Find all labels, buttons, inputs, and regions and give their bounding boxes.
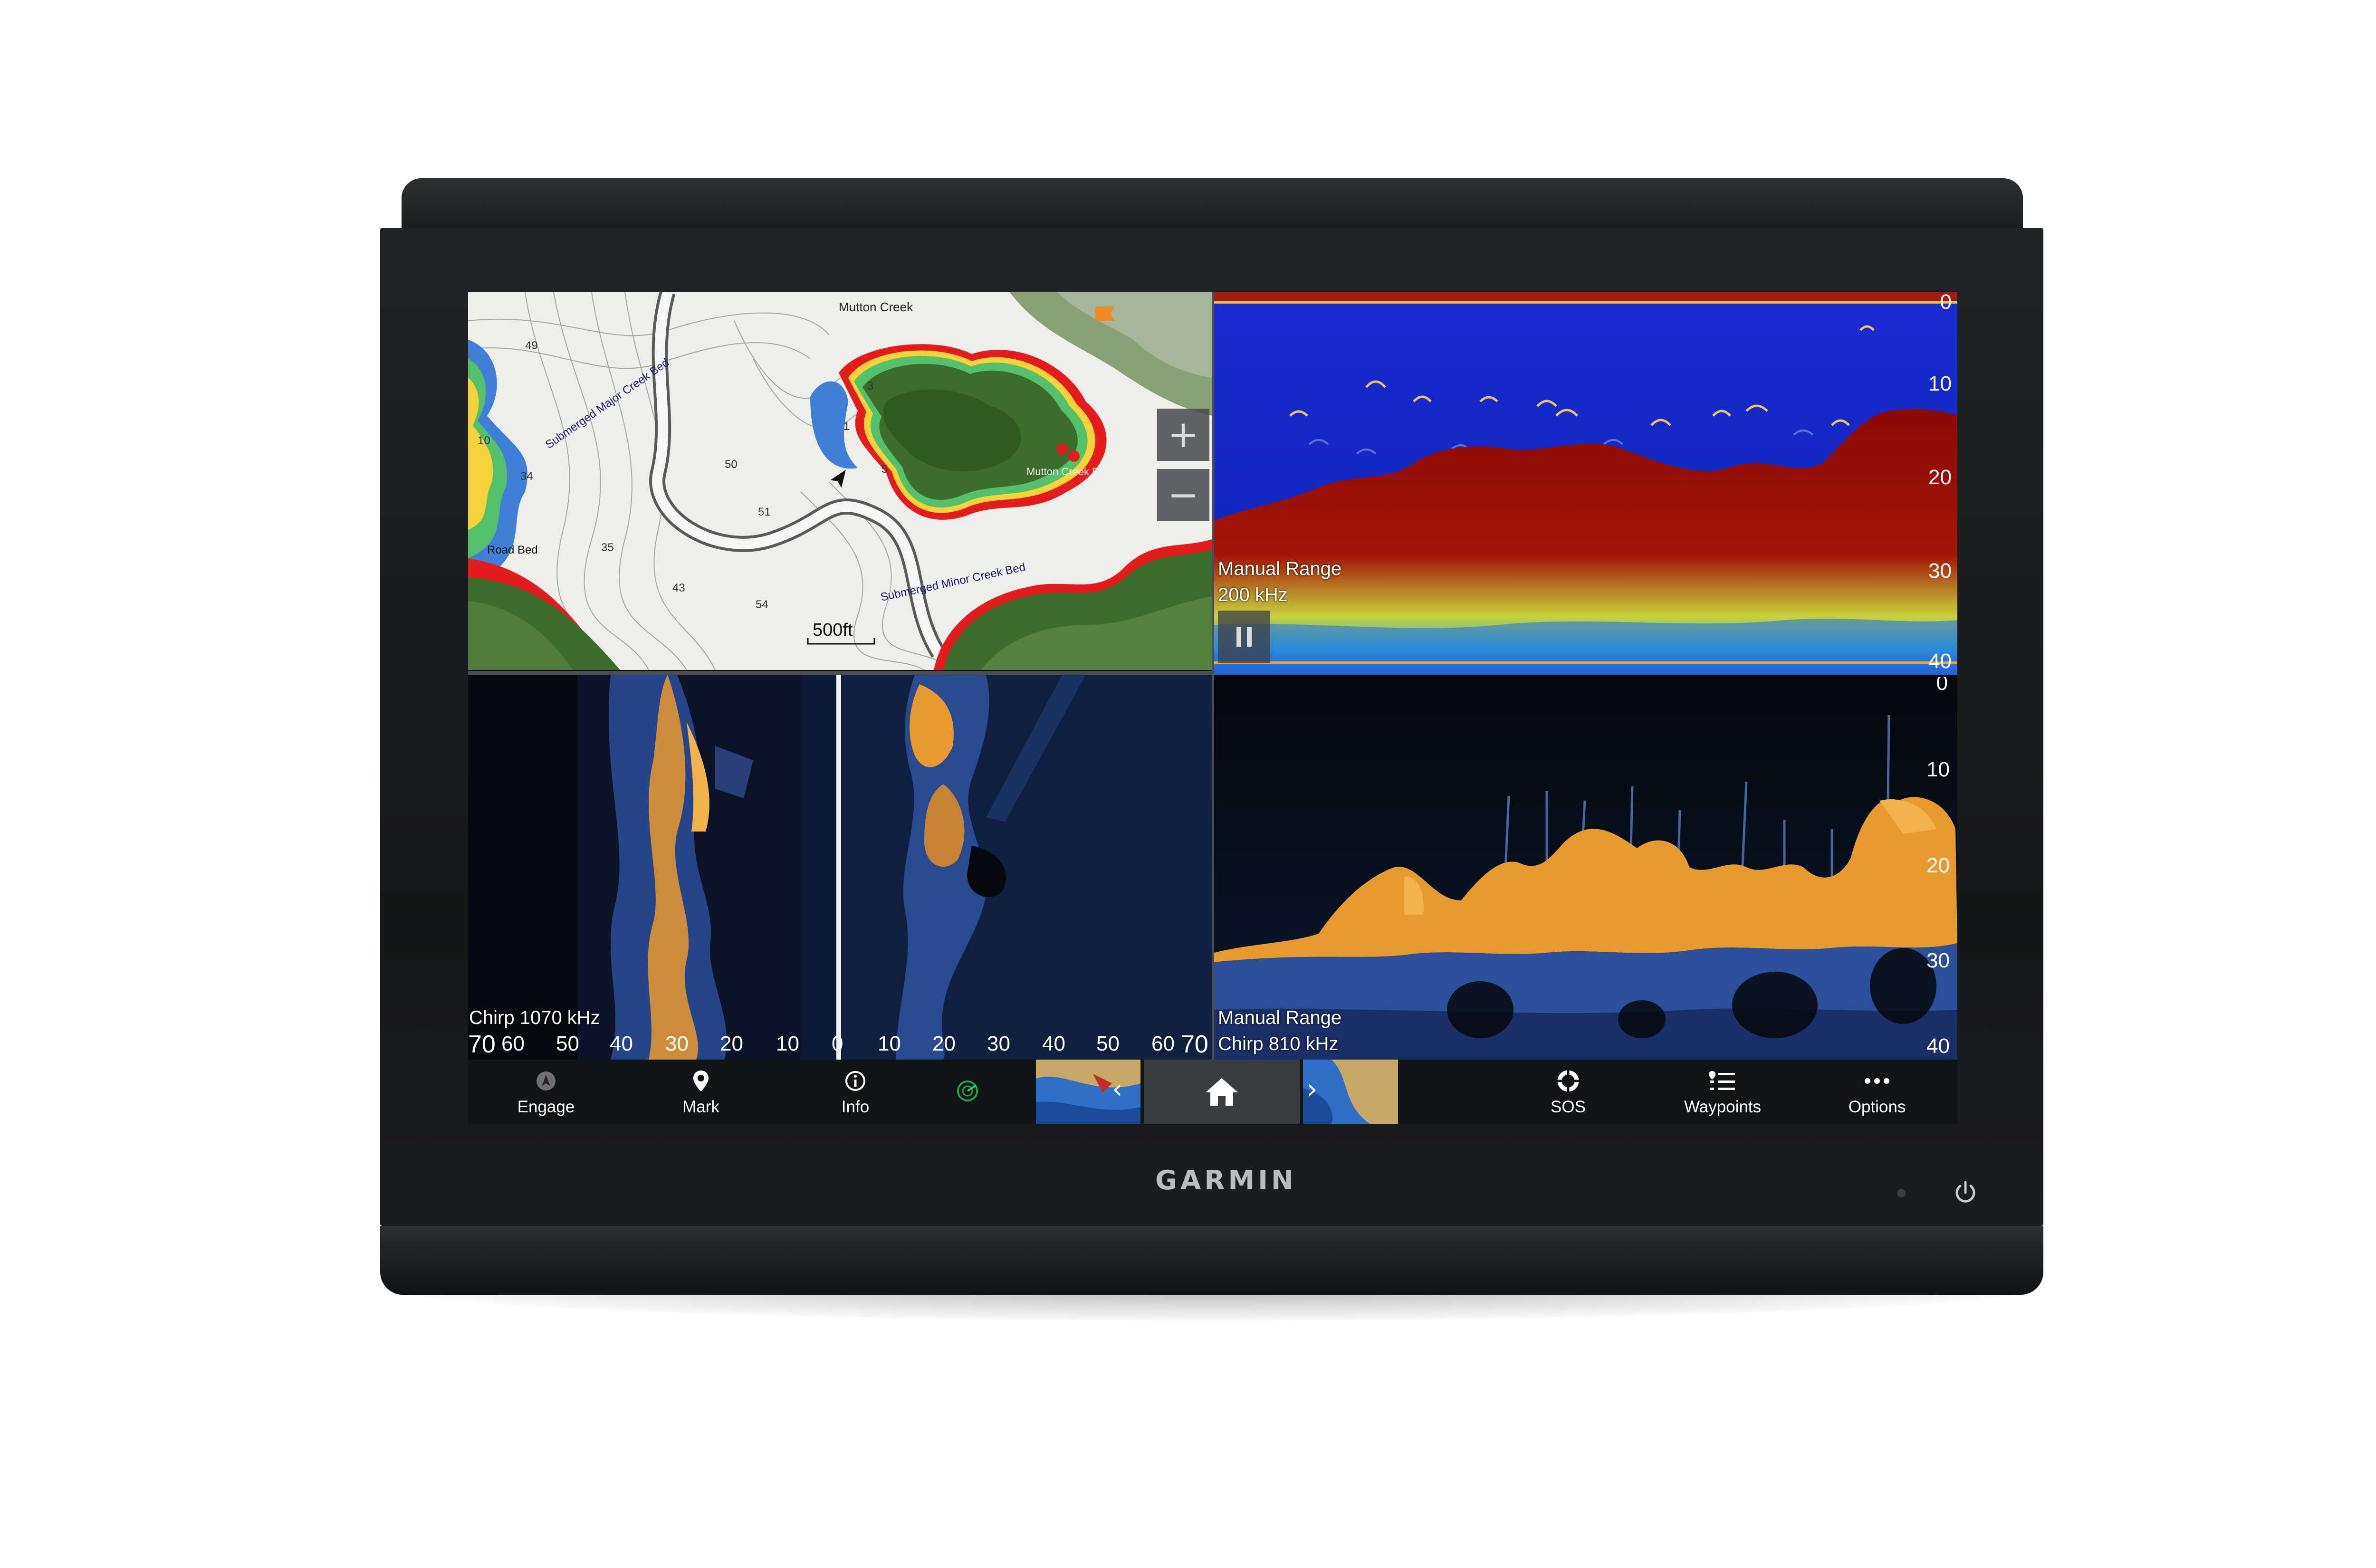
- sonar-depth-tick: 40: [1928, 650, 1952, 673]
- downvu-display: [1214, 677, 1957, 1060]
- sonar-depth-tick: 10: [1928, 372, 1952, 395]
- mark-label: Mark: [682, 1098, 719, 1116]
- waypoints-label: Waypoints: [1684, 1098, 1762, 1116]
- sidevu-left-tick: 70: [468, 1031, 496, 1058]
- sonar-depth-tick: 20: [1928, 466, 1952, 489]
- engage-label: Engage: [517, 1098, 575, 1116]
- sidevu-right-tick: 60: [1151, 1032, 1175, 1055]
- downvu-depth-tick: 30: [1926, 949, 1950, 972]
- svg-text:1: 1: [843, 420, 850, 433]
- sidevu-right-tick: 20: [932, 1032, 956, 1055]
- status-led: [1897, 1189, 1906, 1197]
- sidevu-right-tick: 70: [1181, 1031, 1208, 1058]
- svg-text:3: 3: [867, 380, 873, 392]
- sidevu-left-tick: 60: [501, 1032, 525, 1055]
- sidevu-left-tick: 50: [556, 1032, 579, 1055]
- sidevu-left-tick: 40: [610, 1032, 633, 1055]
- downvu-depth-tick: 20: [1926, 854, 1950, 877]
- sidevu-display: [468, 675, 1212, 1060]
- downvu-pane[interactable]: Manual Range Chirp 810 kHz 0 10 20 30 40: [1214, 677, 1957, 1060]
- power-button[interactable]: [1952, 1179, 1979, 1206]
- more-icon: [1863, 1069, 1891, 1093]
- pin-icon: [691, 1069, 710, 1093]
- sidevu-right-tick: 10: [878, 1032, 901, 1055]
- downvu-depth-tick: 0: [1936, 677, 1948, 695]
- home-icon: [1206, 1078, 1238, 1106]
- power-icon: [1955, 1181, 1975, 1203]
- chevron-left-icon: ‹: [1112, 1074, 1123, 1105]
- sonar-frequency: 200 kHz: [1218, 584, 1288, 605]
- svg-text:43: 43: [672, 582, 685, 594]
- map-scale-label: 500ft: [813, 620, 853, 640]
- sidevu-frequency: Chirp 1070 kHz: [469, 1007, 600, 1028]
- sidevu-right-tick: 0: [832, 1032, 843, 1055]
- radar-icon: [957, 1080, 978, 1101]
- chart-map: Mutton Creek Submerged Major Creek Bed S…: [468, 292, 1212, 670]
- display-screen: Mutton Creek Submerged Major Creek Bed S…: [468, 292, 1957, 1124]
- sonar-depth-tick: 0: [1940, 292, 1952, 314]
- downvu-depth-tick: 40: [1926, 1034, 1950, 1058]
- sidevu-right-tick: 30: [987, 1032, 1010, 1055]
- info-button[interactable]: Info: [798, 1060, 912, 1124]
- svg-text:34: 34: [520, 470, 533, 483]
- svg-text:10: 10: [478, 434, 490, 447]
- svg-text:5: 5: [881, 463, 888, 476]
- svg-text:35: 35: [601, 541, 614, 554]
- pane-divider-vertical[interactable]: [1212, 292, 1214, 1060]
- lifebuoy-icon: [1557, 1069, 1579, 1093]
- waypoint-list-icon: [1708, 1069, 1737, 1093]
- zoom-in-button[interactable]: +: [1157, 409, 1209, 461]
- chevron-right-icon: ›: [1307, 1074, 1318, 1105]
- pane-divider-horizontal[interactable]: [468, 671, 1212, 675]
- device-bottom-rail: [380, 1226, 2043, 1295]
- svg-text:Mutton Creek Public: Mutton Creek Public: [1026, 466, 1121, 478]
- zoom-out-button[interactable]: −: [1157, 469, 1209, 521]
- downvu-depth-tick: 10: [1926, 758, 1950, 781]
- sos-label: SOS: [1551, 1098, 1586, 1116]
- sidevu-right-tick: 40: [1042, 1032, 1065, 1055]
- sonar-traditional-pane[interactable]: Manual Range 200 kHz 0 10 20 30 40: [1214, 292, 1957, 675]
- bottom-toolbar: Engage Mark Info ‹ › SOS Waypoints Optio…: [468, 1060, 1957, 1124]
- sidevu-right-tick: 50: [1096, 1032, 1120, 1055]
- sidevu-left-tick: 30: [665, 1032, 689, 1055]
- sidevu-left-tick: 10: [776, 1032, 799, 1055]
- options-label: Options: [1848, 1098, 1906, 1116]
- sonar-depth-tick: 30: [1928, 559, 1952, 583]
- sonar-traditional-display: [1214, 292, 1957, 675]
- info-label: Info: [841, 1098, 870, 1116]
- sos-button[interactable]: SOS: [1511, 1060, 1625, 1124]
- engage-button[interactable]: Engage: [489, 1060, 603, 1124]
- pause-icon: [1236, 627, 1252, 647]
- downvu-range-mode: Manual Range: [1218, 1007, 1342, 1028]
- sidevu-pane[interactable]: Chirp 1070 kHz 70 60 50 40 30 20 10 0 10…: [468, 675, 1212, 1060]
- radar-button[interactable]: [955, 1079, 984, 1107]
- home-button[interactable]: [1144, 1060, 1300, 1124]
- next-page-thumbnail[interactable]: ›: [1303, 1060, 1398, 1124]
- svg-text:49: 49: [525, 339, 538, 352]
- svg-text:51: 51: [758, 506, 771, 518]
- svg-text:Mutton Creek: Mutton Creek: [839, 300, 913, 314]
- sidevu-left-tick: 20: [720, 1032, 743, 1055]
- pause-button[interactable]: [1218, 611, 1270, 663]
- svg-text:54: 54: [756, 598, 768, 611]
- brand-logo: GARMIN: [1155, 1165, 1297, 1196]
- device-top-rail: [402, 178, 2023, 230]
- options-button[interactable]: Options: [1820, 1060, 1934, 1124]
- svg-text:50: 50: [725, 458, 738, 471]
- prev-page-thumbnail[interactable]: ‹: [1036, 1060, 1140, 1124]
- waypoints-button[interactable]: Waypoints: [1666, 1060, 1780, 1124]
- downvu-frequency: Chirp 810 kHz: [1218, 1033, 1339, 1054]
- sonar-range-mode: Manual Range: [1218, 558, 1342, 579]
- navigation-chart-pane[interactable]: Mutton Creek Submerged Major Creek Bed S…: [468, 292, 1212, 670]
- mark-button[interactable]: Mark: [644, 1060, 758, 1124]
- info-icon: [844, 1069, 866, 1093]
- svg-text:Road Bed: Road Bed: [487, 544, 538, 556]
- autopilot-icon: [535, 1069, 557, 1093]
